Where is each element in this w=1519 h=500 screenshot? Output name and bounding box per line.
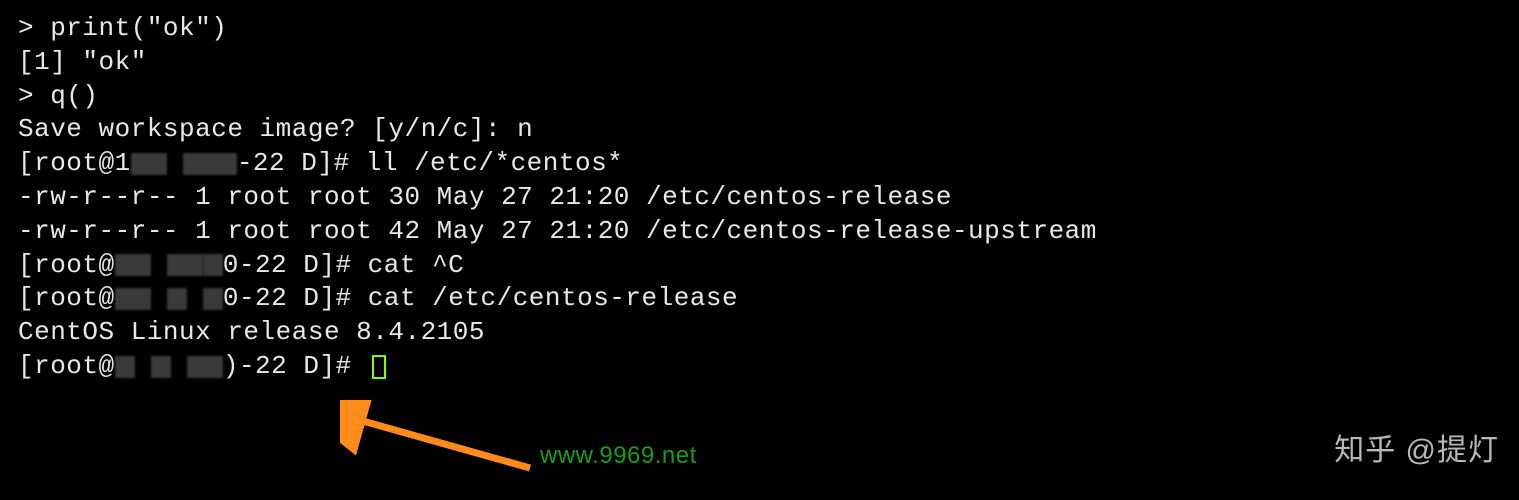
- r-output-line: [1] "ok": [18, 46, 1501, 80]
- shell-prompt-3: [root@ 0-22 D]# cat /etc/centos-release: [18, 282, 1501, 316]
- redacted-hostname: [184, 154, 236, 174]
- prompt-suffix: )-22 D]#: [223, 350, 368, 384]
- shell-prompt-2: [root@ 0-22 D]# cat ^C: [18, 249, 1501, 283]
- prompt-prefix: [root@: [18, 249, 115, 283]
- centos-version: CentOS Linux release 8.4.2105: [18, 316, 485, 350]
- annotation-arrow: www.9969.net: [340, 400, 600, 491]
- command-ll: -22 D]# ll /etc/*centos*: [237, 147, 623, 181]
- ls-row-2: -rw-r--r-- 1 root root 42 May 27 21:20 /…: [18, 215, 1097, 249]
- prompt-prefix: [root@: [18, 350, 115, 384]
- r-output: [1] "ok": [18, 46, 147, 80]
- redacted-hostname: [152, 357, 170, 377]
- ls-output-line: -rw-r--r-- 1 root root 30 May 27 21:20 /…: [18, 181, 1501, 215]
- command-cat-cancel: 0-22 D]# cat ^C: [223, 249, 465, 283]
- zhihu-watermark: 知乎 @提灯: [1334, 431, 1499, 470]
- redacted-hostname: [204, 255, 222, 275]
- shell-prompt-4[interactable]: [root@ )-22 D]#: [18, 350, 1501, 384]
- terminal-output[interactable]: > print("ok") [1] "ok" > q() Save worksp…: [18, 12, 1501, 384]
- url-watermark: www.9969.net: [540, 440, 697, 471]
- terminal-cursor[interactable]: [372, 355, 386, 379]
- redacted-hostname: [168, 289, 186, 309]
- redacted-hostname: [116, 255, 150, 275]
- prompt-prefix: [root@1: [18, 147, 131, 181]
- redacted-hostname: [188, 357, 222, 377]
- redacted-hostname: [168, 255, 202, 275]
- redacted-hostname: [116, 357, 134, 377]
- r-save-prompt-line: Save workspace image? [y/n/c]: n: [18, 113, 1501, 147]
- r-save-prompt: Save workspace image? [y/n/c]: n: [18, 113, 533, 147]
- redacted-hostname: [116, 289, 150, 309]
- prompt-prefix: [root@: [18, 282, 115, 316]
- r-print-call: > print("ok"): [18, 12, 227, 46]
- redacted-hostname: [204, 289, 222, 309]
- ls-row-1: -rw-r--r-- 1 root root 30 May 27 21:20 /…: [18, 181, 952, 215]
- command-cat-release: 0-22 D]# cat /etc/centos-release: [223, 282, 738, 316]
- r-quit-line: > q(): [18, 80, 1501, 114]
- ls-output-line: -rw-r--r-- 1 root root 42 May 27 21:20 /…: [18, 215, 1501, 249]
- centos-release-output: CentOS Linux release 8.4.2105: [18, 316, 1501, 350]
- r-quit-call: > q(): [18, 80, 99, 114]
- r-prompt-line: > print("ok"): [18, 12, 1501, 46]
- redacted-hostname: [132, 154, 166, 174]
- shell-prompt-1: [root@1 -22 D]# ll /etc/*centos*: [18, 147, 1501, 181]
